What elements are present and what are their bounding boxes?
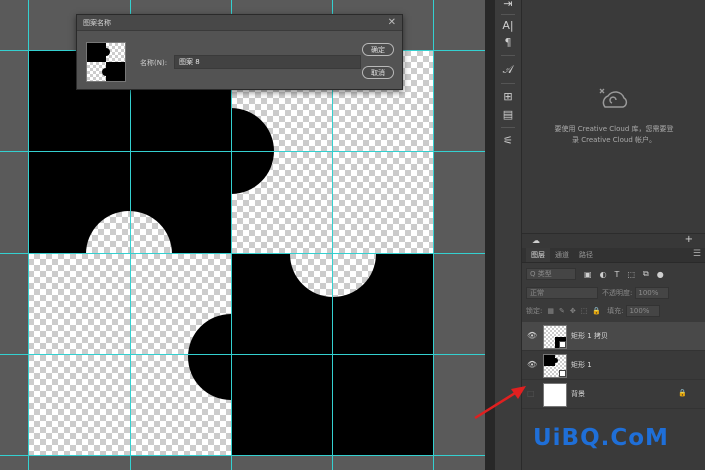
adjustment-filter-icon[interactable]: ◐ bbox=[600, 270, 607, 279]
tab-layers[interactable]: 图层 bbox=[526, 248, 550, 262]
ok-button[interactable]: 确定 bbox=[362, 43, 394, 56]
pixel-filter-icon[interactable]: ▣ bbox=[584, 270, 592, 279]
pattern-name-dialog: 图案名称 ✕ 名称(N): 确定 取消 bbox=[76, 14, 403, 90]
lock-all-icon[interactable]: 🔒 bbox=[592, 307, 601, 315]
paragraph-icon[interactable]: ¶ bbox=[495, 36, 521, 49]
filter-type-select[interactable]: Q 类型 bbox=[526, 268, 576, 280]
add-icon[interactable]: + bbox=[685, 234, 693, 245]
lock-image-icon[interactable]: ✎ bbox=[559, 307, 565, 315]
layer-row[interactable]: □ 背景 🔒 bbox=[522, 380, 705, 409]
creative-cloud-icon bbox=[599, 88, 628, 108]
blend-row: 正常 不透明度: 100% bbox=[526, 287, 701, 299]
tab-paths[interactable]: 路径 bbox=[574, 248, 598, 262]
notes-icon[interactable]: ▤ bbox=[495, 108, 521, 121]
layer-name[interactable]: 矩形 1 拷贝 bbox=[571, 331, 608, 341]
dialog-titlebar[interactable]: 图案名称 ✕ bbox=[77, 15, 402, 31]
cloud-icon[interactable]: ☁ bbox=[532, 236, 540, 245]
close-icon[interactable]: ✕ bbox=[388, 17, 396, 28]
lock-transparent-icon[interactable]: ▦ bbox=[547, 307, 554, 315]
pattern-preview bbox=[86, 42, 126, 82]
cc-signin-message: 要使用 Creative Cloud 库，您需要登 录 Creative Clo… bbox=[554, 125, 674, 144]
lock-position-icon[interactable]: ✥ bbox=[570, 307, 576, 315]
lock-label: 锁定: bbox=[526, 307, 543, 315]
guide-horizontal[interactable] bbox=[0, 455, 485, 456]
adjustments-icon[interactable]: ⚟ bbox=[495, 134, 521, 147]
right-panels: 要使用 Creative Cloud 库，您需要登 录 Creative Clo… bbox=[522, 0, 705, 470]
pattern-name-input[interactable] bbox=[174, 55, 361, 69]
paragraph-align-icon[interactable]: ⇥ bbox=[495, 0, 521, 10]
eye-icon[interactable]: 👁 bbox=[527, 360, 537, 369]
fill-label: 填充: bbox=[607, 307, 624, 315]
shape-filter-icon[interactable]: ⬚ bbox=[627, 270, 635, 279]
guide-vertical[interactable] bbox=[433, 0, 434, 470]
name-label: 名称(N): bbox=[140, 59, 168, 67]
library-icon[interactable]: ⊞ bbox=[495, 90, 521, 103]
layer-row[interactable]: 👁 矩形 1 拷贝 bbox=[522, 322, 705, 351]
layer-list: 👁 矩形 1 拷贝 👁 矩形 1 □ 背景 🔒 bbox=[522, 322, 705, 409]
libraries-panel: 要使用 Creative Cloud 库，您需要登 录 Creative Clo… bbox=[522, 0, 705, 232]
layer-filter-row: Q 类型 ▣ ◐ T ⬚ ⧉ ● bbox=[526, 267, 701, 281]
smart-object-filter-icon[interactable]: ⧉ bbox=[643, 269, 649, 279]
guide-horizontal[interactable] bbox=[0, 253, 485, 254]
guide-vertical[interactable] bbox=[28, 0, 29, 470]
lock-icon[interactable]: 🔒 bbox=[678, 389, 687, 397]
lock-artboard-icon[interactable]: ⬚ bbox=[581, 307, 588, 315]
glyph-icon[interactable]: 𝒜 bbox=[495, 63, 521, 77]
lock-row: 锁定: ▦ ✎ ✥ ⬚ 🔒 填充: 100% bbox=[526, 305, 701, 317]
character-icon[interactable]: A| bbox=[495, 19, 521, 32]
type-filter-icon[interactable]: T bbox=[615, 270, 620, 279]
smart-object-icon bbox=[559, 370, 566, 377]
panel-menu-icon[interactable]: ☰ bbox=[693, 249, 701, 259]
layer-name[interactable]: 矩形 1 bbox=[571, 360, 592, 370]
guide-horizontal[interactable] bbox=[0, 354, 485, 355]
layer-thumbnail bbox=[543, 383, 567, 407]
opacity-label: 不透明度: bbox=[602, 289, 633, 297]
layer-thumbnail bbox=[543, 325, 567, 349]
layer-name[interactable]: 背景 bbox=[571, 389, 585, 399]
filter-toggle-icon[interactable]: ● bbox=[657, 270, 664, 279]
cancel-button[interactable]: 取消 bbox=[362, 66, 394, 79]
eye-icon[interactable]: 👁 bbox=[527, 331, 537, 340]
layer-row[interactable]: 👁 矩形 1 bbox=[522, 351, 705, 380]
libraries-footer: ☁ + bbox=[522, 233, 705, 248]
annotation-arrow bbox=[474, 386, 526, 420]
fill-input[interactable]: 100% bbox=[626, 305, 661, 317]
dialog-title: 图案名称 bbox=[83, 18, 111, 27]
tab-channels[interactable]: 通道 bbox=[550, 248, 574, 262]
layer-panel-tabs: 图层 通道 路径 bbox=[522, 248, 705, 263]
smart-object-icon bbox=[559, 341, 566, 348]
guide-horizontal[interactable] bbox=[0, 151, 485, 152]
watermark-logo: UiBQ.CoM bbox=[533, 425, 669, 451]
layer-thumbnail bbox=[543, 354, 567, 378]
blend-mode-select[interactable]: 正常 bbox=[526, 287, 598, 299]
opacity-input[interactable]: 100% bbox=[635, 287, 670, 299]
